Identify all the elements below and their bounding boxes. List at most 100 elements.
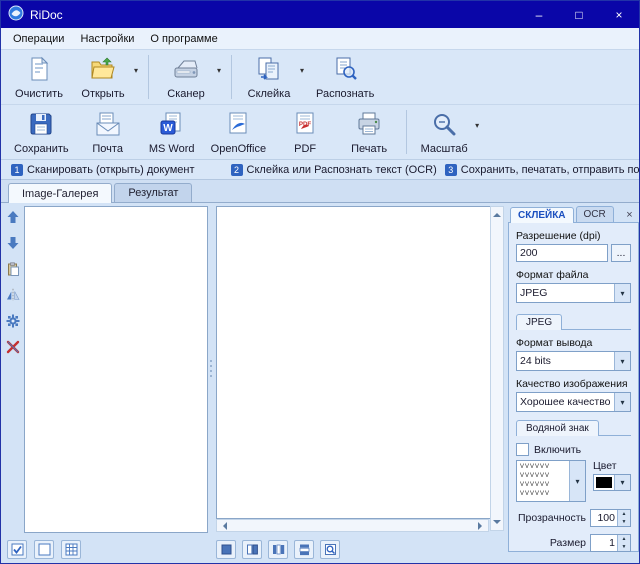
file-format-select[interactable]: JPEG	[516, 283, 631, 303]
thumbnail-grid-button[interactable]	[61, 540, 81, 559]
watermark-pattern-select[interactable]: VVVVVV VVVVVV VVVVVV VVVVVV	[516, 460, 586, 502]
clear-selection-button[interactable]	[34, 540, 54, 559]
spin-down-icon[interactable]	[618, 518, 630, 526]
delete-button[interactable]	[6, 339, 21, 354]
view-zoom-button[interactable]	[320, 540, 340, 559]
settings-button[interactable]	[6, 313, 21, 328]
quality-value: Хорошее качество	[517, 393, 614, 411]
scroll-up-icon[interactable]	[493, 209, 501, 217]
spinner-arrows[interactable]	[617, 535, 630, 551]
openoffice-button[interactable]: OpenOffice	[204, 107, 273, 157]
color-swatch	[596, 477, 612, 488]
panel-splitter[interactable]	[207, 206, 215, 531]
recognize-label: Распознать	[316, 88, 374, 100]
app-window: RiDoc – □ × Операции Настройки О програм…	[0, 0, 640, 564]
flip-button[interactable]	[6, 287, 21, 302]
resolution-browse-button[interactable]: ...	[611, 244, 631, 262]
open-label: Открыть	[81, 88, 124, 100]
enable-checkbox[interactable]	[516, 443, 529, 456]
msword-button[interactable]: W MS Word	[140, 107, 204, 157]
chevron-down-icon[interactable]	[614, 475, 630, 490]
tab-result[interactable]: Результат	[114, 183, 192, 202]
resolution-row: 200 ...	[516, 244, 631, 262]
three-columns-icon	[272, 543, 285, 556]
tab-merge-settings[interactable]: СКЛЕЙКА	[510, 207, 574, 223]
open-button[interactable]: Открыть	[71, 52, 135, 102]
output-format-select[interactable]: 24 bits	[516, 351, 631, 371]
menu-operations[interactable]: Операции	[5, 30, 72, 48]
settings-tab-bar: СКЛЕЙКА OCR ×	[508, 203, 639, 222]
view-single-button[interactable]	[216, 540, 236, 559]
view-two-pages-button[interactable]	[242, 540, 262, 559]
quality-select[interactable]: Хорошее качество	[516, 392, 631, 412]
scroll-down-icon[interactable]	[493, 520, 501, 528]
view-continuous-button[interactable]	[294, 540, 314, 559]
step-1-badge: 1	[11, 164, 23, 176]
tab-ocr-settings[interactable]: OCR	[576, 206, 614, 222]
tab-image-gallery[interactable]: Image-Галерея	[8, 183, 112, 203]
watermark-section-tab[interactable]: Водяной знак	[516, 420, 599, 436]
chevron-down-icon[interactable]	[614, 393, 630, 411]
minimize-button[interactable]: –	[519, 1, 559, 28]
move-up-button[interactable]	[6, 209, 21, 224]
transparency-value[interactable]: 100	[591, 510, 617, 526]
file-format-label: Формат файла	[516, 269, 631, 281]
horizontal-scrollbar[interactable]	[216, 519, 489, 532]
chevron-down-icon[interactable]	[569, 461, 585, 501]
move-down-button[interactable]	[6, 235, 21, 250]
toolbar-separator	[406, 110, 407, 154]
mail-button[interactable]: Почта	[76, 107, 140, 157]
menu-about[interactable]: О программе	[142, 30, 225, 48]
size-row: Размер 1	[516, 534, 631, 552]
preview-panel[interactable]	[216, 206, 491, 519]
view-three-pages-button[interactable]	[268, 540, 288, 559]
output-format-value: 24 bits	[517, 352, 614, 370]
merge-dropdown-icon[interactable]	[297, 64, 307, 76]
open-dropdown-icon[interactable]	[131, 64, 141, 76]
scroll-left-icon[interactable]	[219, 522, 227, 530]
clear-button[interactable]: Очистить	[7, 52, 71, 102]
step-2-badge: 2	[231, 164, 243, 176]
size-value[interactable]: 1	[591, 535, 617, 551]
hint-step-2: 2 Склейка или Распознать текст (OCR)	[231, 164, 437, 176]
spin-up-icon[interactable]	[618, 510, 630, 518]
image-gallery-panel[interactable]	[24, 206, 208, 533]
jpeg-section-tab[interactable]: JPEG	[516, 314, 562, 330]
scanner-button[interactable]: Сканер	[154, 52, 218, 102]
merge-label: Склейка	[248, 88, 291, 100]
recognize-button[interactable]: Распознать	[309, 52, 381, 102]
spinner-arrows[interactable]	[617, 510, 630, 526]
merge-documents-icon	[256, 56, 282, 85]
size-spinner[interactable]: 1	[590, 534, 631, 552]
spin-down-icon[interactable]	[618, 543, 630, 551]
print-button[interactable]: Печать	[337, 107, 401, 157]
scanner-dropdown-icon[interactable]	[214, 64, 224, 76]
resolution-label: Разрешение (dpi)	[516, 230, 631, 242]
enable-label: Включить	[534, 444, 581, 456]
chevron-down-icon[interactable]	[614, 284, 630, 302]
paste-button[interactable]	[6, 261, 21, 276]
panel-close-icon[interactable]: ×	[622, 207, 637, 222]
select-all-button[interactable]	[7, 540, 27, 559]
window-controls: – □ ×	[519, 1, 639, 28]
merge-settings-body: Разрешение (dpi) 200 ... Формат файла JP…	[508, 222, 639, 552]
zoom-dropdown-icon[interactable]	[472, 119, 482, 131]
main-area: СКЛЕЙКА OCR × Разрешение (dpi) 200 ... Ф…	[1, 203, 639, 563]
spin-up-icon[interactable]	[618, 535, 630, 543]
menu-settings[interactable]: Настройки	[72, 30, 142, 48]
pdf-button[interactable]: PDF PDF	[273, 107, 337, 157]
close-button[interactable]: ×	[599, 1, 639, 28]
scroll-right-icon[interactable]	[478, 522, 486, 530]
chevron-down-icon[interactable]	[614, 352, 630, 370]
open-folder-icon	[90, 56, 116, 85]
resolution-input[interactable]: 200	[516, 244, 608, 262]
watermark-color-column: Цвет	[593, 460, 631, 491]
vertical-scrollbar[interactable]	[490, 206, 504, 531]
save-button[interactable]: Сохранить	[7, 107, 76, 157]
zoom-button[interactable]: Масштаб	[412, 107, 476, 157]
color-select[interactable]	[593, 474, 631, 491]
svg-text:W: W	[163, 123, 173, 134]
maximize-button[interactable]: □	[559, 1, 599, 28]
merge-button[interactable]: Склейка	[237, 52, 301, 102]
transparency-spinner[interactable]: 100	[590, 509, 631, 527]
